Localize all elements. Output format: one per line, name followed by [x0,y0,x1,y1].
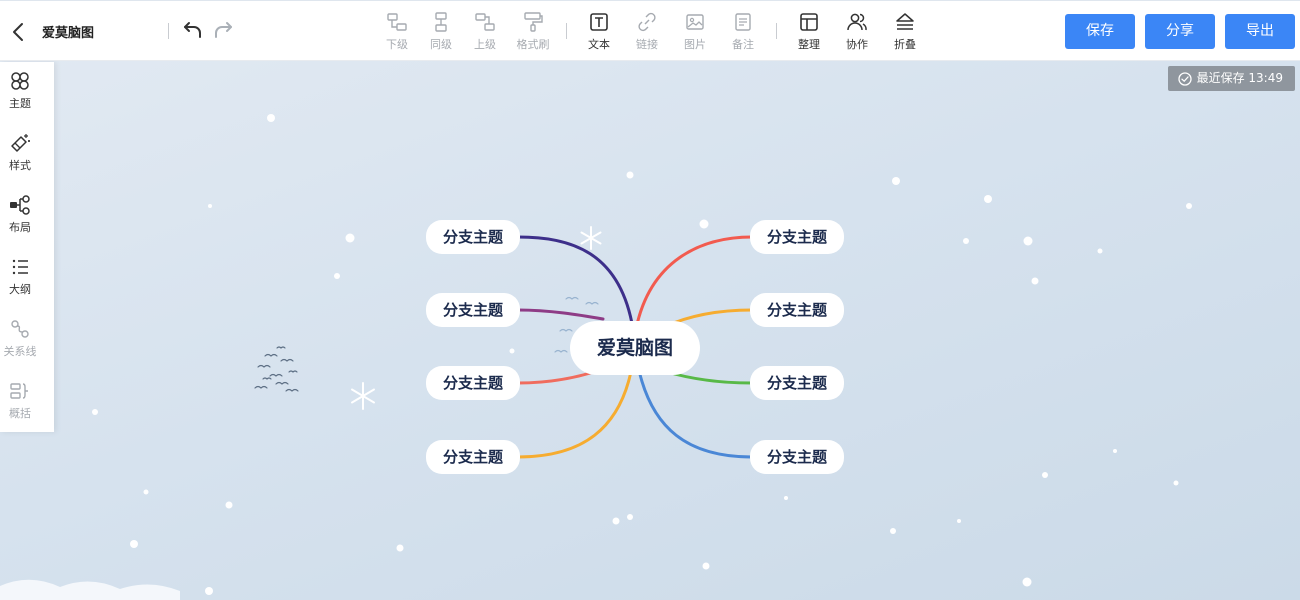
undo-icon [184,22,201,38]
text-box-icon [590,13,608,31]
tool-parent-node[interactable]: 上级 [462,11,508,55]
tool-label: 折叠 [894,38,916,51]
sidebar-item-style[interactable]: 样式 [0,126,40,182]
branch-topic-node[interactable]: 分支主题 [750,293,844,327]
image-icon [686,14,704,30]
redo-icon [215,22,232,38]
branch-topic-node[interactable]: 分支主题 [750,220,844,254]
export-button[interactable]: 导出 [1225,14,1295,49]
sidebar-item-outline[interactable]: 大纲 [0,250,40,306]
save-status-text: 最近保存 13:49 [1196,71,1283,85]
branch-topic-node[interactable]: 分支主题 [750,366,844,400]
collapse-icon [896,13,914,30]
chevron-left-icon [13,23,23,41]
summary-bracket-icon [10,383,28,399]
tool-image[interactable]: 图片 [672,11,718,55]
add-child-node-icon [387,13,407,31]
tool-label: 上级 [474,38,496,51]
sidebar-item-theme[interactable]: 主题 [0,64,40,120]
sidebar-item-label: 大纲 [9,283,31,296]
tool-label: 链接 [636,38,658,51]
tool-label: 备注 [732,38,754,51]
sidebar-item-summary[interactable]: 概括 [0,374,40,430]
tool-label: 同级 [430,38,452,51]
divider [566,23,567,39]
document-title[interactable]: 爱莫脑图 [42,22,94,41]
link-icon [638,12,656,32]
sidebar-item-label: 布局 [9,221,31,234]
branch-topic-node[interactable]: 分支主题 [426,366,520,400]
outline-list-icon [12,259,28,275]
tool-label: 协作 [846,38,868,51]
sidebar-item-label: 关系线 [3,345,37,358]
redo-button[interactable] [212,19,234,41]
tool-link[interactable]: 链接 [624,11,670,55]
magic-brush-icon [11,134,30,152]
snow-hills [0,579,180,600]
tool-format-brush[interactable]: 格式刷 [510,11,556,55]
branch-topic-node[interactable]: 分支主题 [426,440,520,474]
birds-decoration [254,346,299,392]
root-topic-node[interactable]: 爱莫脑图 [570,321,700,375]
mindmap-canvas[interactable]: 爱莫脑图 分支主题 分支主题 分支主题 分支主题 分支主题 分支主题 分支主题 … [0,61,1300,600]
tool-label: 文本 [588,38,610,51]
tool-note[interactable]: 备注 [720,11,766,55]
layout-panel-icon [800,13,818,31]
undo-button[interactable] [182,19,204,41]
tool-label: 图片 [684,38,706,51]
left-sidebar: 主题 样式 布局 大纲 关系线 概括 [0,62,54,432]
relation-line-icon [11,320,29,338]
format-brush-icon [524,12,543,32]
divider [168,23,169,39]
sidebar-item-label: 主题 [9,97,31,110]
divider [776,23,777,39]
tool-child-node[interactable]: 下级 [374,11,420,55]
theme-grid-icon [11,72,29,90]
share-button[interactable]: 分享 [1145,14,1215,49]
tool-label: 整理 [798,38,820,51]
tool-arrange[interactable]: 整理 [786,11,832,55]
sidebar-item-label: 样式 [9,159,31,172]
tool-sibling-node[interactable]: 同级 [418,11,464,55]
tool-label: 格式刷 [516,38,550,51]
save-button[interactable]: 保存 [1065,14,1135,49]
check-circle-icon [1177,71,1192,86]
layout-structure-icon [10,195,30,215]
top-toolbar: 爱莫脑图 下级 同级 上级 格式刷 文本 链接 图片 备注 整理 协作 折叠 保… [0,0,1300,61]
note-icon [735,13,751,31]
sidebar-item-layout[interactable]: 布局 [0,188,40,244]
users-icon [847,13,867,31]
tool-collaborate[interactable]: 协作 [834,11,880,55]
branch-topic-node[interactable]: 分支主题 [426,293,520,327]
branch-topic-node[interactable]: 分支主题 [750,440,844,474]
sidebar-item-label: 概括 [9,407,31,420]
add-sibling-node-icon [435,12,447,32]
branch-topic-node[interactable]: 分支主题 [426,220,520,254]
tool-collapse[interactable]: 折叠 [882,11,928,55]
back-button[interactable] [8,20,30,44]
tool-label: 下级 [386,38,408,51]
tool-text[interactable]: 文本 [576,11,622,55]
save-status-badge: 最近保存 13:49 [1167,66,1295,91]
add-parent-node-icon [475,13,495,31]
sidebar-item-relation-line[interactable]: 关系线 [0,312,40,368]
